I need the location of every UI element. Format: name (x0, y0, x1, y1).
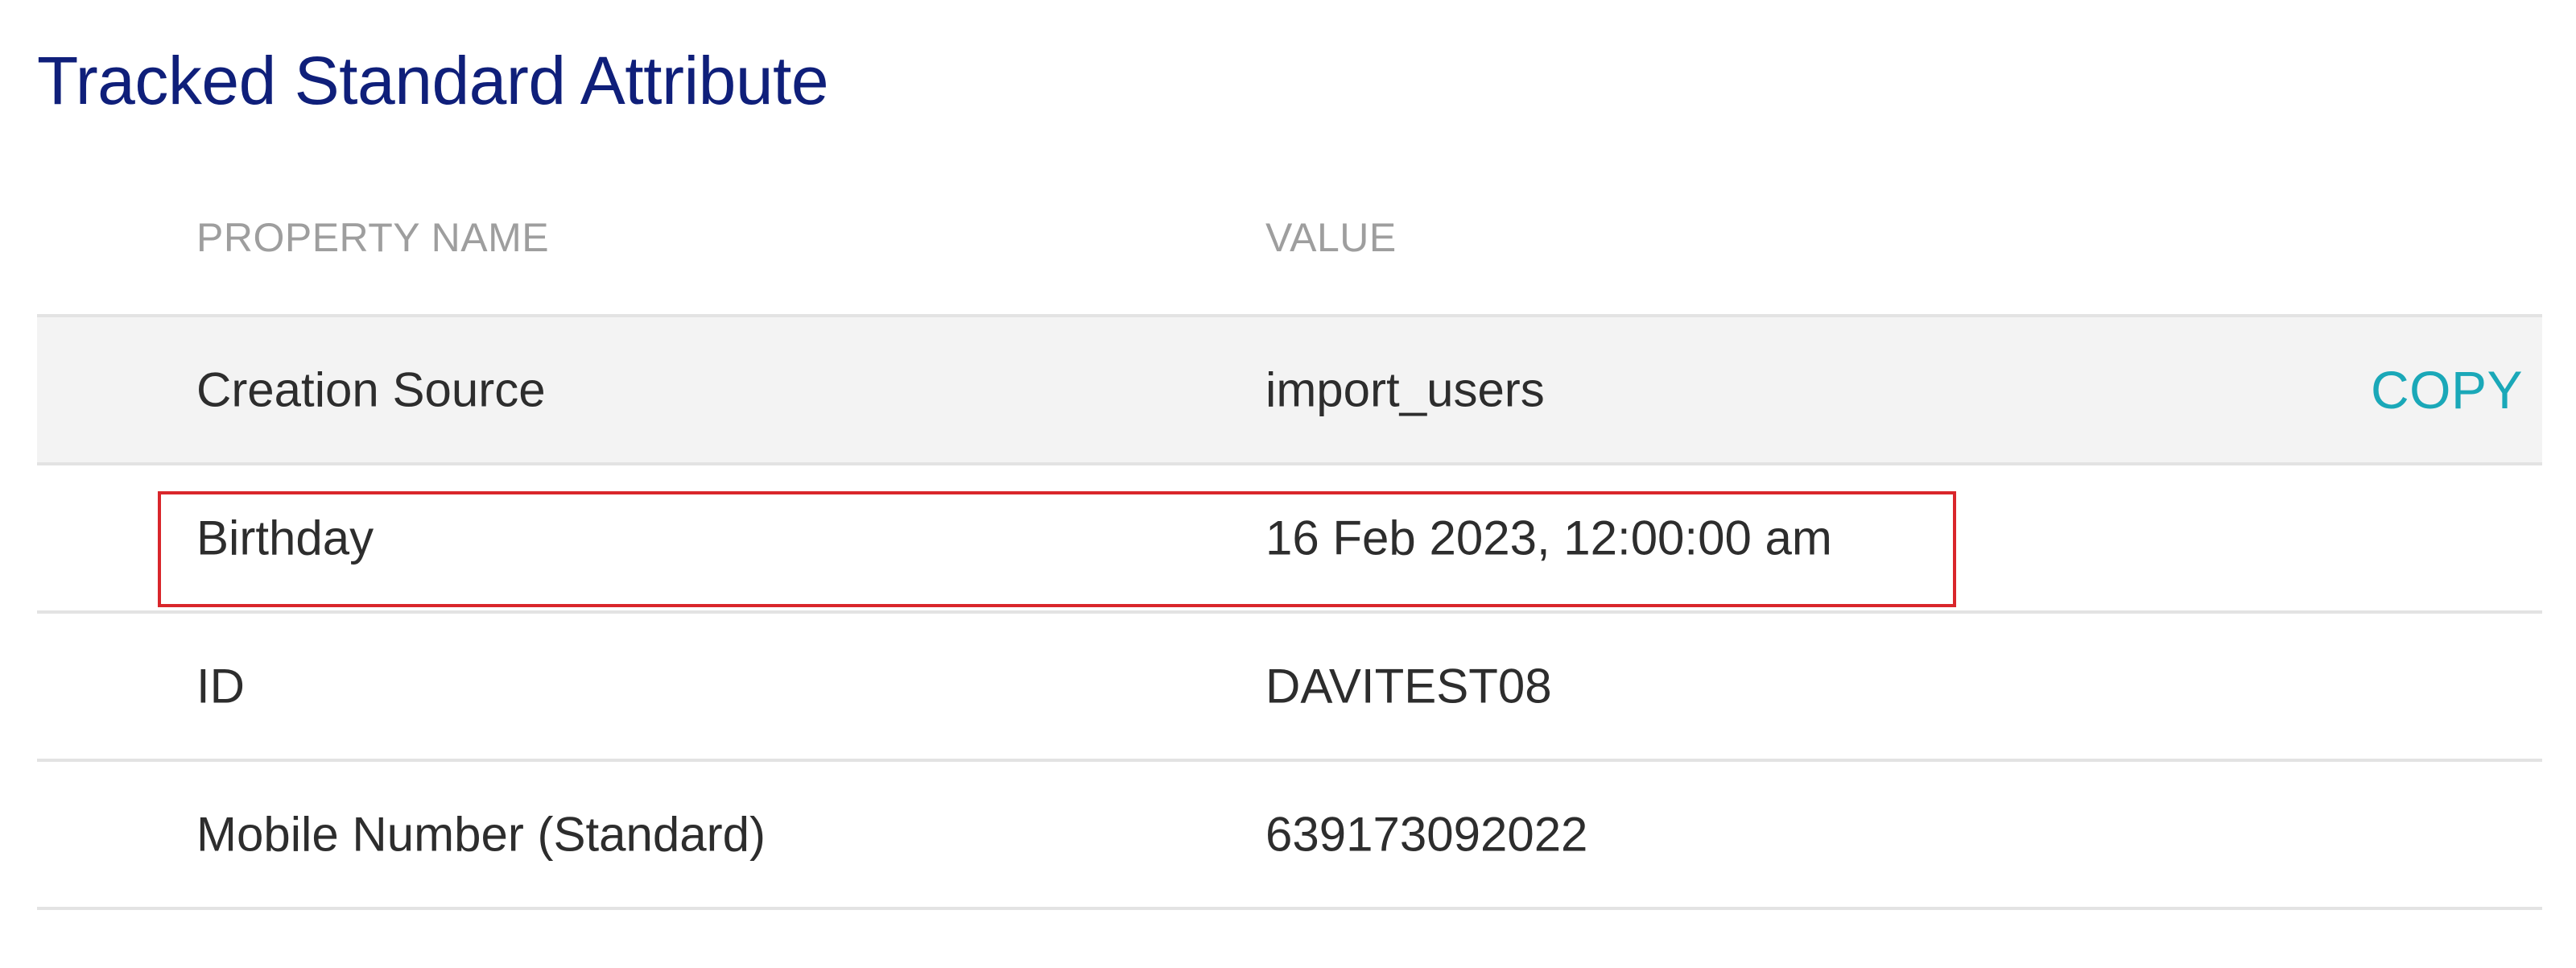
column-header-property-name: PROPERTY NAME (196, 215, 550, 260)
property-name-cell: Creation Source (196, 362, 546, 417)
table-row[interactable]: Creation Source import_users COPY (37, 317, 2542, 465)
property-name-cell: Birthday (196, 511, 374, 565)
attributes-table: PROPERTY NAME VALUE Creation Source impo… (37, 169, 2542, 910)
page-title: Tracked Standard Attribute (37, 43, 829, 118)
property-value-cell: 639173092022 (1265, 807, 1588, 862)
property-value-cell: DAVITEST08 (1265, 659, 1552, 714)
property-value-cell: import_users (1265, 362, 1545, 417)
property-name-cell: ID (196, 659, 245, 714)
table-row[interactable]: Birthday 16 Feb 2023, 12:00:00 am (37, 465, 2542, 614)
property-name-cell: Mobile Number (Standard) (196, 807, 766, 862)
table-header: PROPERTY NAME VALUE (37, 169, 2542, 317)
table-row[interactable]: Mobile Number (Standard) 639173092022 (37, 762, 2542, 910)
property-value-cell: 16 Feb 2023, 12:00:00 am (1265, 511, 1832, 565)
table-row[interactable]: ID DAVITEST08 (37, 614, 2542, 762)
column-header-value: VALUE (1265, 215, 1397, 260)
copy-button[interactable]: COPY (2371, 359, 2523, 420)
